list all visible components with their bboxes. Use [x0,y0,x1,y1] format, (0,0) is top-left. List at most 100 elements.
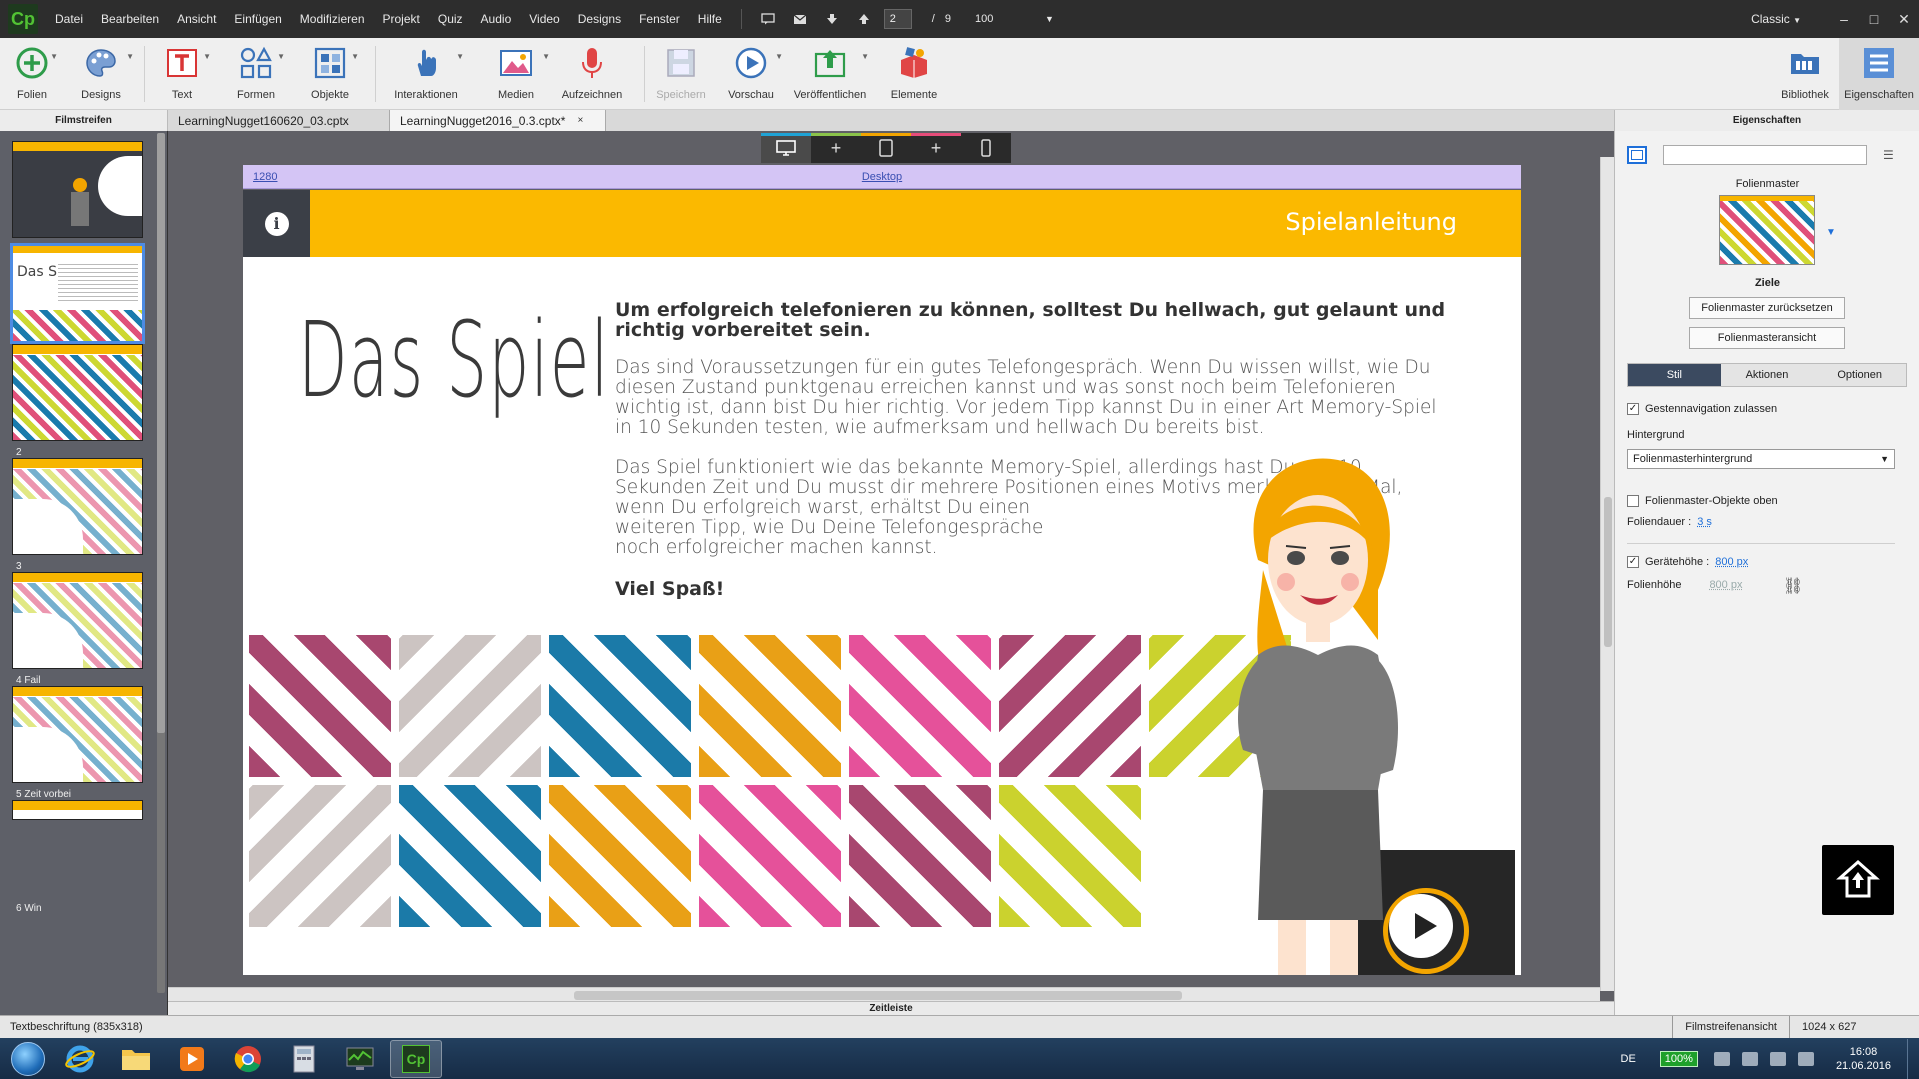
zoom-dropdown-icon[interactable]: ▼ [1045,14,1054,24]
show-desktop-button[interactable] [1907,1038,1919,1079]
taskbar-calculator[interactable] [278,1040,330,1078]
scrollbar-thumb[interactable] [574,991,1182,1000]
scrollbar-thumb[interactable] [1604,497,1612,647]
taskbar-explorer[interactable] [110,1040,162,1078]
eigenschaften-button[interactable]: Eigenschaften [1839,38,1919,110]
timeline-panel-bar[interactable]: Zeitleiste [168,1001,1614,1015]
scrollbar-thumb[interactable] [157,133,165,733]
master-thumbnail[interactable] [1719,195,1815,265]
filmstrip-scrollbar[interactable] [157,133,165,993]
background-select[interactable]: Folienmasterhintergrund ▼ [1627,449,1895,469]
maximize-button[interactable]: □ [1859,11,1889,27]
network-icon[interactable] [1769,1051,1786,1066]
device-height-checkbox[interactable]: ✓ [1627,556,1639,568]
menu-video[interactable]: Video [520,12,568,26]
info-button[interactable]: i [243,190,310,257]
menu-modifizieren[interactable]: Modifizieren [291,12,374,26]
comment-icon[interactable] [760,12,776,26]
elemente-button[interactable]: Elemente [875,38,953,110]
taskbar-media[interactable] [166,1040,218,1078]
folien-button[interactable]: ▼ Folien [0,38,64,110]
stage-vertical-scrollbar[interactable] [1600,157,1614,991]
taskbar-ie[interactable] [54,1040,106,1078]
slide-type-icon[interactable] [1627,146,1647,164]
current-slide-input[interactable]: 2 [883,9,912,29]
vorschau-button[interactable]: ▼ Vorschau [717,38,785,110]
reset-master-button[interactable]: Folienmaster zurücksetzen [1689,297,1845,319]
medien-button[interactable]: ▼ Medien [476,38,556,110]
slide-thumbnail-6[interactable] [12,686,143,783]
minimize-button[interactable]: – [1829,11,1859,27]
menu-ansicht[interactable]: Ansicht [168,12,225,26]
menu-quiz[interactable]: Quiz [429,12,472,26]
slide-thumbnail-2[interactable]: Das Spiel [10,243,145,344]
close-button[interactable]: ✕ [1889,11,1919,28]
language-indicator[interactable]: DE [1621,1053,1636,1065]
tray-app-icon[interactable] [1713,1051,1730,1066]
slide-thumbnail-3[interactable] [12,344,143,441]
text-button[interactable]: ▼ Text [145,38,219,110]
taskbar-captivate[interactable]: Cp [390,1039,442,1078]
start-button[interactable] [6,1039,50,1079]
master-objects-checkbox[interactable] [1627,495,1639,507]
tablet-view-button[interactable] [861,133,911,163]
tab-aktionen[interactable]: Aktionen [1721,364,1814,386]
zoom-field[interactable]: 100 [975,13,1045,25]
slide-name-input[interactable] [1663,145,1867,165]
flag-icon[interactable] [1741,1051,1758,1066]
menu-audio[interactable]: Audio [472,12,521,26]
workspace-switcher[interactable]: Classic ▼ [1751,12,1801,26]
menu-projekt[interactable]: Projekt [374,12,429,26]
aufzeichnen-button[interactable]: Aufzeichnen [556,38,628,110]
slide-thumbnail-1[interactable] [12,141,143,238]
character-illustration[interactable] [1218,450,1418,975]
slide-thumbnail-4[interactable] [12,458,143,555]
link-icon[interactable]: ⛓ [1783,576,1803,596]
master-view-button[interactable]: Folienmasteransicht [1689,327,1845,349]
close-tab-icon[interactable]: × [577,115,583,126]
arrow-down-icon[interactable] [824,12,840,26]
mobile-view-button[interactable] [961,133,1011,163]
menu-designs[interactable]: Designs [569,12,630,26]
formen-button[interactable]: ▼ Formen [219,38,293,110]
gesture-nav-checkbox[interactable]: ✓ [1627,403,1639,415]
arrow-up-icon[interactable] [856,12,872,26]
taskbar-monitor[interactable] [334,1040,386,1078]
designs-button[interactable]: ▼ Designs [64,38,138,110]
add-breakpoint-button[interactable]: + [911,133,961,163]
ruler-mode[interactable]: Desktop [243,171,1521,183]
volume-icon[interactable] [1797,1051,1814,1066]
bibliothek-button[interactable]: Bibliothek [1771,38,1839,110]
slide-big-title[interactable]: Das Spiel [298,308,610,412]
veroeffentlichen-button[interactable]: ▼ Veröffentlichen [785,38,875,110]
battery-indicator[interactable]: 100% [1659,1050,1698,1067]
scroll-up-button[interactable] [1822,845,1894,915]
menu-hilfe[interactable]: Hilfe [689,12,731,26]
view-mode[interactable]: Filmstreifenansicht [1672,1015,1789,1039]
speichern-button[interactable]: Speichern [645,38,717,110]
objekte-button[interactable]: ▼ Objekte [293,38,367,110]
interaktionen-button[interactable]: ▼ Interaktionen [376,38,476,110]
slide-canvas[interactable]: i Spielanleitung Das Spiel Um erfolgreic… [243,190,1521,975]
tab-stil[interactable]: Stil [1628,364,1721,386]
slide-header-title[interactable]: Spielanleitung [1285,208,1457,236]
menu-bearbeiten[interactable]: Bearbeiten [92,12,168,26]
stage-horizontal-scrollbar[interactable] [168,987,1600,1001]
duration-value[interactable]: 3 s [1697,516,1712,528]
master-dropdown-icon[interactable]: ▼ [1826,227,1836,238]
menu-fenster[interactable]: Fenster [630,12,689,26]
slide-thumbnail-7[interactable] [12,800,143,820]
menu-datei[interactable]: Datei [46,12,92,26]
breakpoint-ruler[interactable]: 1280 Desktop [243,165,1521,189]
add-breakpoint-button[interactable]: + [811,133,861,163]
panel-menu-icon[interactable]: ☰ [1883,148,1894,162]
tab-optionen[interactable]: Optionen [1813,364,1906,386]
tab-document-2[interactable]: LearningNugget2016_0.3.cptx* × [390,110,606,131]
device-height-value[interactable]: 800 px [1715,556,1748,568]
clock[interactable]: 16:08 21.06.2016 [1836,1045,1891,1073]
desktop-view-button[interactable] [761,133,811,163]
tab-document-1[interactable]: LearningNugget160620_03.cptx [168,110,390,131]
menu-einfuegen[interactable]: Einfügen [225,12,290,26]
taskbar-chrome[interactable] [222,1040,274,1078]
mail-icon[interactable] [792,12,808,26]
